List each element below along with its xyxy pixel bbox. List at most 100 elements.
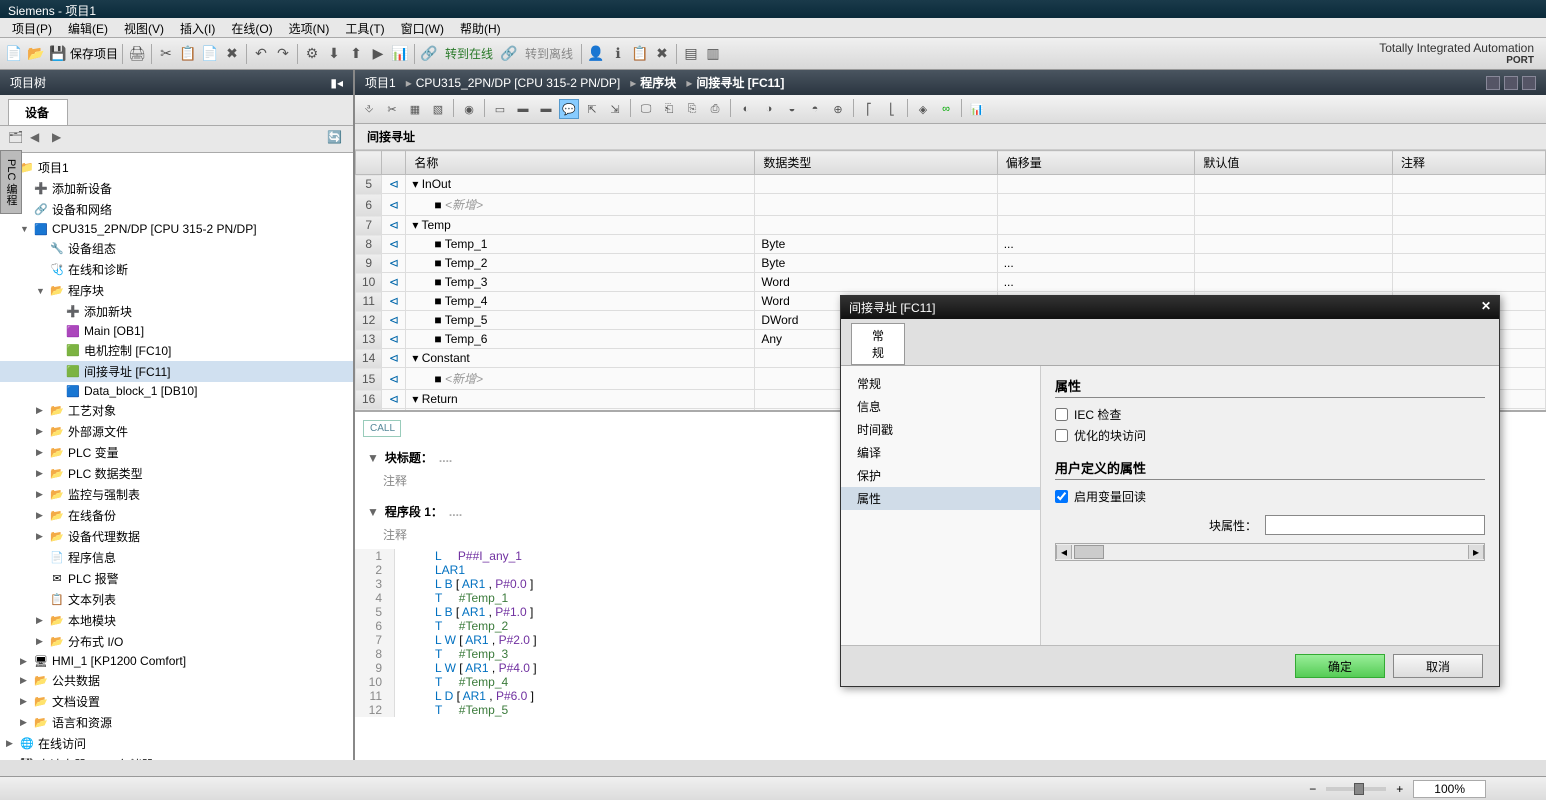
menu-item[interactable]: 在线(O) (223, 18, 280, 37)
tree-item[interactable]: ▶📂语言和资源 (0, 712, 353, 733)
split-h-icon[interactable]: ▤ (681, 44, 701, 64)
undo-icon[interactable]: ↶ (251, 44, 271, 64)
tree-item[interactable]: ▶📂PLC 变量 (0, 442, 353, 463)
cut-icon[interactable]: ✂ (156, 44, 176, 64)
dialog-tab-general[interactable]: 常规 (851, 323, 905, 365)
scroll-thumb[interactable] (1074, 545, 1104, 559)
view-icon[interactable]: 🗂 (8, 130, 26, 148)
dialog-nav[interactable]: 常规信息时间戳编译保护属性 (841, 366, 1041, 645)
dialog-title-bar[interactable]: 间接寻址 [FC11] ✕ (841, 296, 1499, 319)
tree-item[interactable]: 🟪Main [OB1] (0, 322, 353, 340)
dialog-nav-item[interactable]: 保护 (841, 464, 1040, 487)
block-attr-input[interactable] (1265, 515, 1485, 535)
tree-item[interactable]: ▶🖥HMI_1 [KP1200 Comfort] (0, 652, 353, 670)
variable-row[interactable]: 10⊲■ Temp_3Word... (356, 273, 1546, 292)
info-icon[interactable]: ℹ (608, 44, 628, 64)
tree-item[interactable]: 🟦Data_block_1 [DB10] (0, 382, 353, 400)
tree-item[interactable]: ▶📂PLC 数据类型 (0, 463, 353, 484)
code-line[interactable]: 12T #Temp_5 (355, 703, 1546, 717)
minimize-icon[interactable] (1486, 76, 1500, 90)
ins2-icon[interactable]: ⎘ (682, 99, 702, 119)
box3-icon[interactable]: ▬ (536, 99, 556, 119)
delete-icon[interactable]: ✖ (222, 44, 242, 64)
screen-icon[interactable]: 🖵 (636, 99, 656, 119)
tree-item[interactable]: 🔗设备和网络 (0, 199, 353, 220)
tree-item[interactable]: ▶📂监控与强制表 (0, 484, 353, 505)
ins3-icon[interactable]: ⎙ (705, 99, 725, 119)
zoom-slider[interactable] (1354, 783, 1364, 795)
sim-icon[interactable]: ▶ (368, 44, 388, 64)
paste-icon[interactable]: 📄 (200, 44, 220, 64)
fwd-icon[interactable]: ▶ (52, 130, 70, 148)
zoom-in-icon[interactable]: + (1396, 782, 1403, 796)
tree-item[interactable]: ▼🟦CPU315_2PN/DP [CPU 315-2 PN/DP] (0, 220, 353, 238)
tree-item[interactable]: ▶💾卡读卡器/USB 存储器 (0, 754, 353, 760)
side-tab-plc[interactable]: PLC 编程 (0, 150, 22, 214)
variable-row[interactable]: 6⊲■ <新增> (356, 194, 1546, 216)
variable-row[interactable]: 7⊲▾ Temp (356, 216, 1546, 235)
menu-item[interactable]: 窗口(W) (393, 18, 452, 37)
iec-check-box[interactable] (1055, 408, 1068, 421)
b1-icon[interactable]: ⎡ (859, 99, 879, 119)
optimized-access[interactable]: 优化的块访问 (1055, 427, 1485, 444)
tree-item[interactable]: ▼📂程序块 (0, 280, 353, 301)
dialog-nav-item[interactable]: 常规 (841, 372, 1040, 395)
dialog-nav-item[interactable]: 信息 (841, 395, 1040, 418)
tree-item[interactable]: ▶🌐在线访问 (0, 733, 353, 754)
tree-item[interactable]: ▶📂外部源文件 (0, 421, 353, 442)
ok-button[interactable]: 确定 (1295, 654, 1385, 678)
tree-item[interactable]: ➕添加新设备 (0, 178, 353, 199)
b2-icon[interactable]: ⎣ (882, 99, 902, 119)
zoom-out-icon[interactable]: − (1309, 782, 1316, 796)
cancel-button[interactable]: 取消 (1393, 654, 1483, 678)
menu-item[interactable]: 视图(V) (116, 18, 172, 37)
scroll-right-icon[interactable]: ▸ (1468, 545, 1484, 559)
box2-icon[interactable]: ▬ (513, 99, 533, 119)
tree-item[interactable]: ▶📂文档设置 (0, 691, 353, 712)
network2-icon[interactable]: ▧ (428, 99, 448, 119)
expand-icon[interactable]: ⇱ (582, 99, 602, 119)
split-v-icon[interactable]: ▥ (703, 44, 723, 64)
close-icon[interactable]: ✕ (1481, 299, 1491, 316)
c1-icon[interactable]: ◐ (736, 99, 756, 119)
dialog-scrollbar[interactable]: ◂ ▸ (1055, 543, 1485, 561)
enable-readback[interactable]: 启用变量回读 (1055, 488, 1485, 505)
variable-row[interactable]: 9⊲■ Temp_2Byte... (356, 254, 1546, 273)
tree-item[interactable]: 🟩电机控制 [FC10] (0, 340, 353, 361)
trace-icon[interactable]: 📊 (390, 44, 410, 64)
chat-icon[interactable]: 💬 (559, 99, 579, 119)
print-icon[interactable]: 🖨 (127, 44, 147, 64)
back-icon[interactable]: ◀ (30, 130, 48, 148)
go-online-label[interactable]: 转到在线 (445, 45, 493, 62)
d1-icon[interactable]: ◈ (913, 99, 933, 119)
tree-item[interactable]: ▶📂本地模块 (0, 610, 353, 631)
open-project-icon[interactable]: 📂 (26, 44, 46, 64)
devices-tab[interactable]: 设备 (8, 99, 68, 125)
dialog-nav-item[interactable]: 编译 (841, 441, 1040, 464)
go-offline-label[interactable]: 转到离线 (525, 45, 573, 62)
close-icon[interactable]: ✖ (652, 44, 672, 64)
project-tree[interactable]: ▼📁项目1➕添加新设备🔗设备和网络▼🟦CPU315_2PN/DP [CPU 31… (0, 153, 353, 760)
compile-icon[interactable]: ⚙ (302, 44, 322, 64)
menu-item[interactable]: 工具(T) (337, 18, 392, 37)
d2-icon[interactable]: ∞ (936, 99, 956, 119)
c2-icon[interactable]: ◑ (759, 99, 779, 119)
tree-item[interactable]: ▶📂在线备份 (0, 505, 353, 526)
go-online-icon[interactable]: 🔗 (419, 44, 439, 64)
close-icon[interactable] (1522, 76, 1536, 90)
code-line[interactable]: 11L D [ AR1 , P#6.0 ] (355, 689, 1546, 703)
tree-item[interactable]: 📋文本列表 (0, 589, 353, 610)
optimized-access-box[interactable] (1055, 429, 1068, 442)
tree-item[interactable]: ➕添加新块 (0, 301, 353, 322)
accessible-icon[interactable]: 👤 (586, 44, 606, 64)
iec-check[interactable]: IEC 检查 (1055, 406, 1485, 423)
mark-icon[interactable]: ◉ (459, 99, 479, 119)
tree-item[interactable]: 📄程序信息 (0, 547, 353, 568)
tree-item[interactable]: ▼📁项目1 (0, 157, 353, 178)
menu-item[interactable]: 选项(N) (281, 18, 338, 37)
enable-readback-box[interactable] (1055, 490, 1068, 503)
download-icon[interactable]: ⬇ (324, 44, 344, 64)
info2-icon[interactable]: 📋 (630, 44, 650, 64)
tree-item[interactable]: ▶📂设备代理数据 (0, 526, 353, 547)
tree-item[interactable]: 🔧设备组态 (0, 238, 353, 259)
